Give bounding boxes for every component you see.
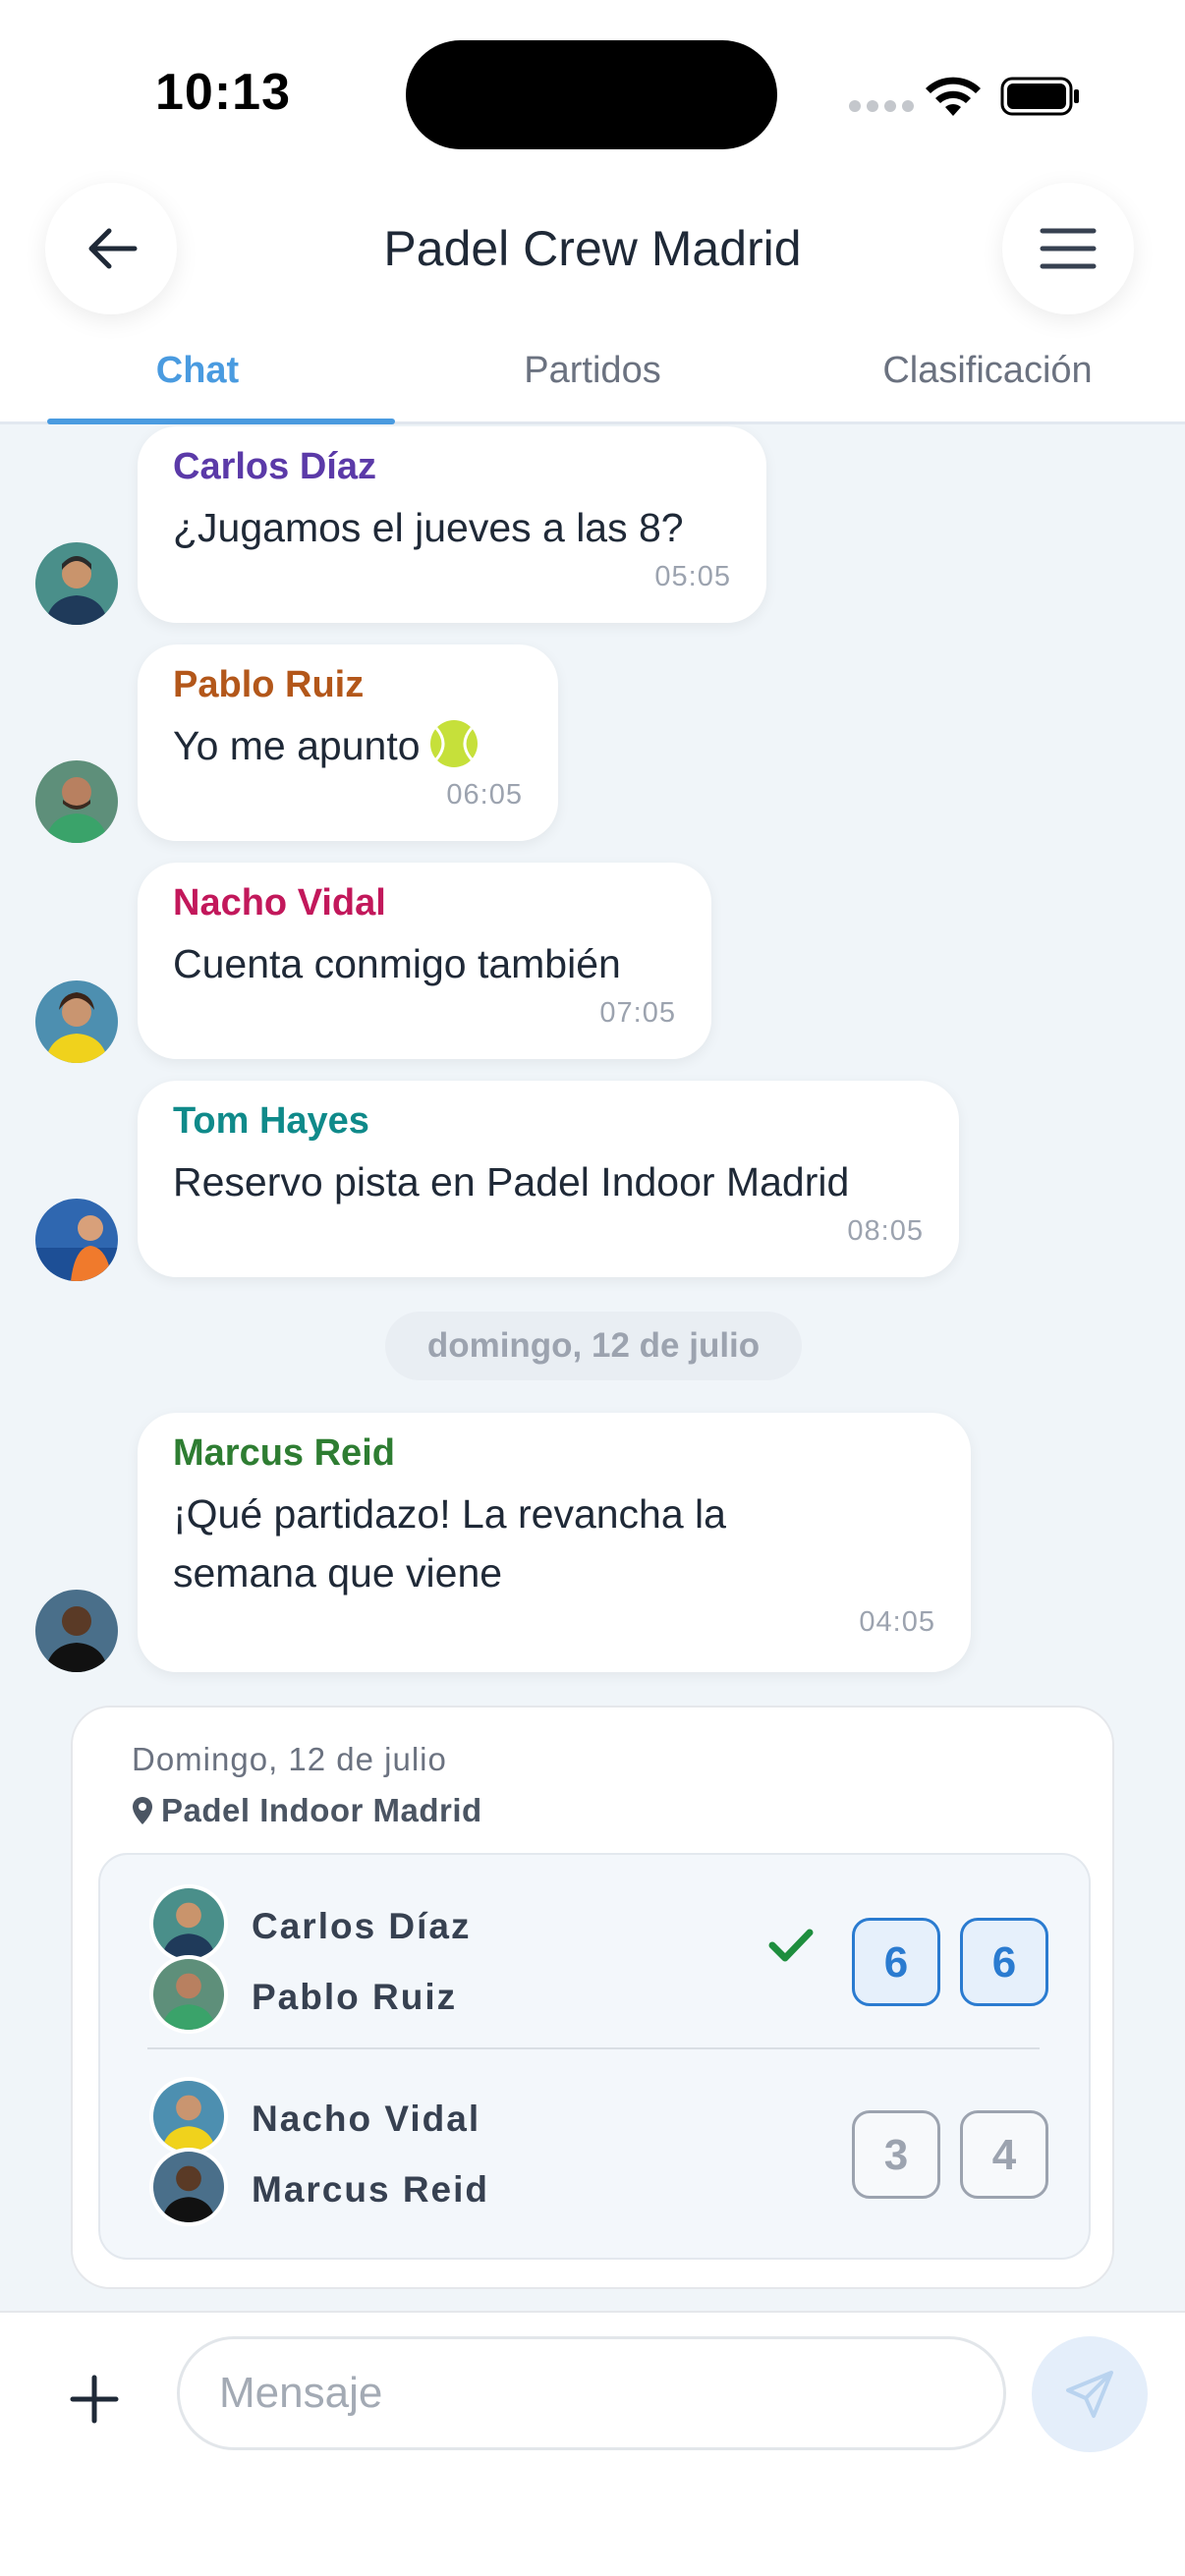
status-time: 10:13 [155,64,291,121]
tab-bar: Chat Partidos Clasificación [0,334,1185,424]
match-venue-row: Padel Indoor Madrid [132,1792,482,1829]
message-bubble[interactable]: Tom Hayes Reservo pista en Padel Indoor … [138,1081,959,1277]
message-sender: Tom Hayes [173,1100,369,1142]
plus-icon[interactable] [67,2372,122,2427]
avatar[interactable] [35,760,118,843]
message-bubble[interactable]: Carlos Díaz ¿Jugamos el jueves a las 8? … [138,426,766,623]
avatar [149,2148,228,2226]
date-separator: domingo, 12 de julio [385,1312,802,1380]
tennis-ball-icon [429,720,478,767]
message-time: 05:05 [654,561,731,592]
avatar[interactable] [35,1590,118,1672]
tab-chat[interactable]: Chat [0,334,395,424]
message-text: Reservo pista en Padel Indoor Madrid [173,1159,850,1204]
avatar[interactable] [35,980,118,1063]
player-name: Carlos Díaz [252,1906,472,1946]
set-score: 3 [852,2110,940,2199]
message-input[interactable] [177,2336,1006,2450]
player-name: Marcus Reid [252,2169,490,2210]
message-sender: Pablo Ruiz [173,664,365,705]
player-name: Pablo Ruiz [252,1977,458,2017]
message-text-line: ¡Qué partidazo! La revancha la [173,1491,726,1537]
player-name: Nacho Vidal [252,2099,481,2139]
avatar[interactable] [35,1199,118,1281]
tab-partidos[interactable]: Partidos [395,334,790,421]
set-score: 6 [852,1918,940,2006]
tab-clasificacion[interactable]: Clasificación [790,334,1185,421]
cellular-signal-icon [849,100,914,112]
avatar [149,1884,228,1963]
message-text: Cuenta conmigo también [173,941,621,986]
match-venue: Padel Indoor Madrid [161,1792,482,1828]
message-time: 04:05 [859,1606,935,1638]
message-time: 07:05 [599,997,676,1029]
message-bubble[interactable]: Nacho Vidal Cuenta conmigo también 07:05 [138,863,711,1059]
message-bubble[interactable]: Pablo Ruiz Yo me apunto 06:05 [138,644,558,841]
dynamic-island [406,40,777,149]
send-button[interactable] [1032,2336,1148,2452]
message-bubble[interactable]: Marcus Reid ¡Qué partidazo! La revancha … [138,1413,971,1672]
message-text: ¿Jugamos el jueves a las 8? [173,505,684,550]
message-sender: Marcus Reid [173,1432,395,1474]
hamburger-menu-icon [1040,228,1097,269]
message-text: Yo me apunto [173,723,421,768]
message-text: ¡Qué partidazo! La revancha la semana que… [173,1484,935,1602]
avatar [149,1955,228,2034]
message-sender: Nacho Vidal [173,882,386,924]
match-result-card[interactable]: Domingo, 12 de julio Padel Indoor Madrid… [71,1706,1114,2289]
menu-button[interactable] [1002,183,1134,314]
wifi-icon [926,77,981,116]
message-time: 08:05 [847,1215,924,1247]
location-pin-icon [133,1797,152,1824]
set-score: 4 [960,2110,1048,2199]
set-score: 6 [960,1918,1048,2006]
team-row-winner: Carlos Díaz Pablo Ruiz 6 6 [100,1855,1093,2046]
message-text-row: Yo me apunto [173,716,523,775]
avatar [149,2077,228,2156]
send-icon [1066,2371,1113,2418]
message-text-line: semana que viene [173,1550,503,1596]
app-screen: 10:13 Padel Crew Madrid Chat Partidos Cl… [0,0,1185,2576]
avatar[interactable] [35,542,118,625]
header: 10:13 Padel Crew Madrid Chat Partidos Cl… [0,0,1185,424]
message-time: 06:05 [446,779,523,811]
message-sender: Carlos Díaz [173,446,376,487]
match-date: Domingo, 12 de julio [132,1741,447,1777]
team-row: Nacho Vidal Marcus Reid 3 4 [100,2049,1093,2241]
scoreboard: Carlos Díaz Pablo Ruiz 6 6 Nacho Vidal M… [98,1853,1091,2260]
battery-icon [1000,77,1079,116]
message-composer [0,2311,1185,2576]
winner-check-icon [768,1929,814,1962]
